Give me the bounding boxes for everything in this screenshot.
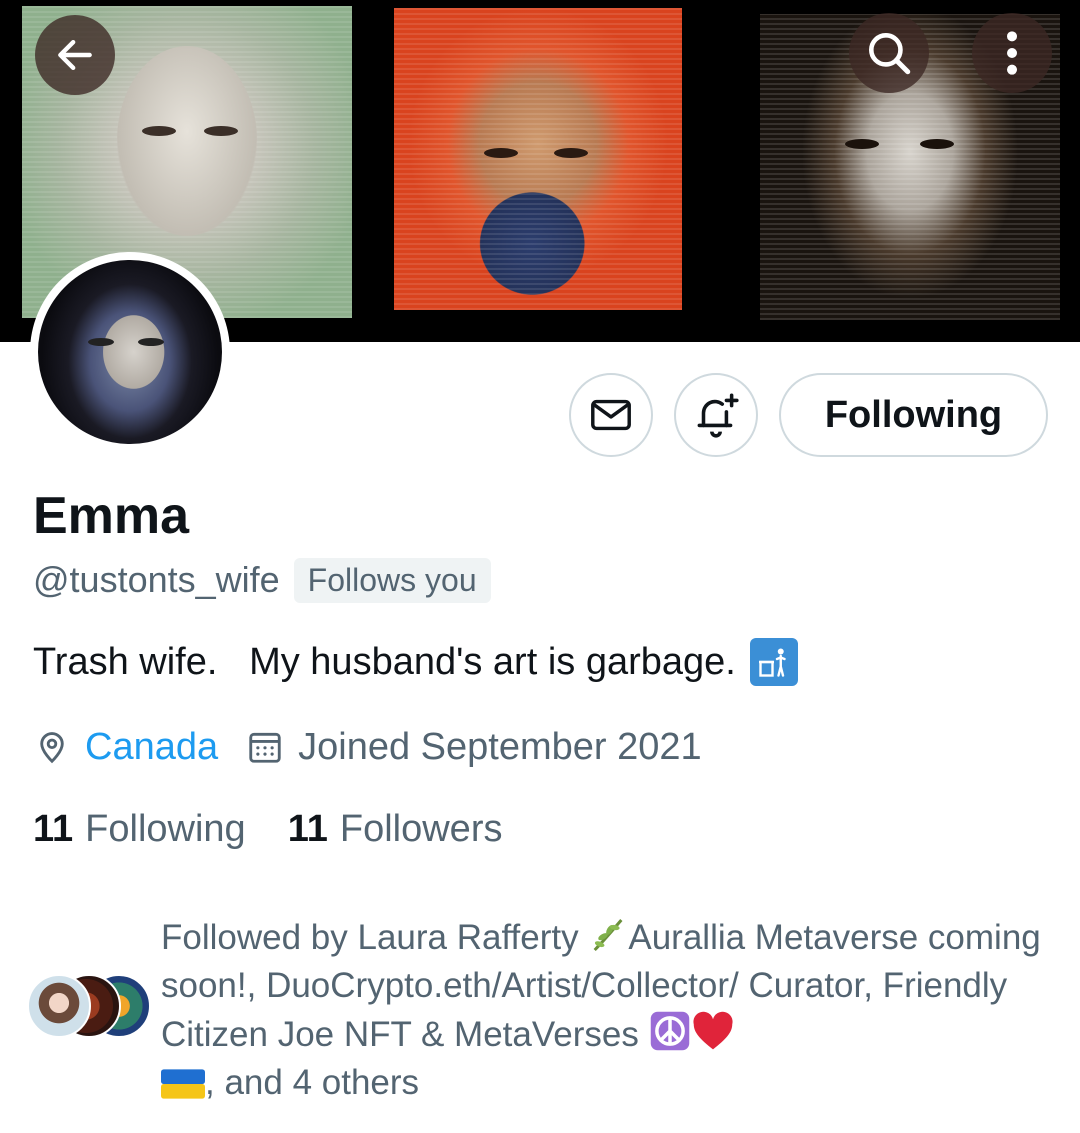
joined-date: Joined September 2021 bbox=[298, 725, 702, 768]
avatar bbox=[27, 974, 91, 1038]
follow-stats: 11 Following 11 Followers bbox=[33, 808, 502, 851]
peace-symbol-emoji bbox=[650, 1011, 689, 1051]
bio-text: Trash wife. My husband's art is garbage. bbox=[33, 640, 736, 683]
trash-can-emoji bbox=[749, 638, 798, 686]
location-pin-icon bbox=[40, 732, 64, 764]
profile-avatar[interactable] bbox=[30, 252, 230, 452]
location-link[interactable]: Canada bbox=[85, 726, 218, 769]
followed-by-text[interactable]: Followed by Laura Rafferty Aurallia Meta… bbox=[161, 914, 1061, 1107]
followed-by-suffix: , and 4 others bbox=[205, 1063, 420, 1102]
followers-stat[interactable]: 11 Followers bbox=[288, 808, 503, 851]
search-icon bbox=[869, 33, 911, 75]
display-name: Emma bbox=[33, 487, 190, 545]
bio: Trash wife. My husband's art is garbage. bbox=[33, 638, 798, 686]
following-button[interactable]: Following bbox=[779, 373, 1048, 457]
following-label: Following bbox=[85, 808, 246, 850]
herb-emoji bbox=[593, 919, 623, 952]
arrow-left-icon bbox=[58, 39, 92, 71]
message-button[interactable] bbox=[569, 373, 653, 457]
banner-artwork-2 bbox=[394, 8, 682, 310]
following-stat[interactable]: 11 Following bbox=[33, 808, 246, 851]
avatar-image bbox=[38, 260, 222, 444]
bell-plus-icon bbox=[697, 393, 739, 438]
calendar-icon bbox=[249, 732, 281, 763]
username-handle: @tustonts_wife bbox=[33, 559, 280, 600]
followers-you-know-avatars[interactable] bbox=[27, 974, 151, 1040]
profile-meta-row: Canada Joined September 2021 bbox=[33, 722, 702, 772]
handle-row: @tustonts_wife Follows you bbox=[33, 556, 491, 604]
followed-by-prefix: Followed by Laura Rafferty bbox=[161, 918, 589, 957]
red-heart-emoji bbox=[693, 1011, 733, 1050]
search-button[interactable] bbox=[849, 13, 929, 93]
follows-you-badge: Follows you bbox=[293, 557, 491, 603]
notifications-button[interactable] bbox=[674, 373, 758, 457]
envelope-icon bbox=[591, 399, 631, 431]
following-count: 11 bbox=[33, 808, 74, 850]
followers-label: Followers bbox=[339, 808, 503, 850]
more-vertical-icon bbox=[1007, 31, 1017, 75]
ukraine-flag-emoji bbox=[161, 1069, 205, 1099]
more-options-button[interactable] bbox=[972, 13, 1052, 93]
followers-count: 11 bbox=[287, 808, 328, 850]
back-button[interactable] bbox=[35, 15, 115, 95]
